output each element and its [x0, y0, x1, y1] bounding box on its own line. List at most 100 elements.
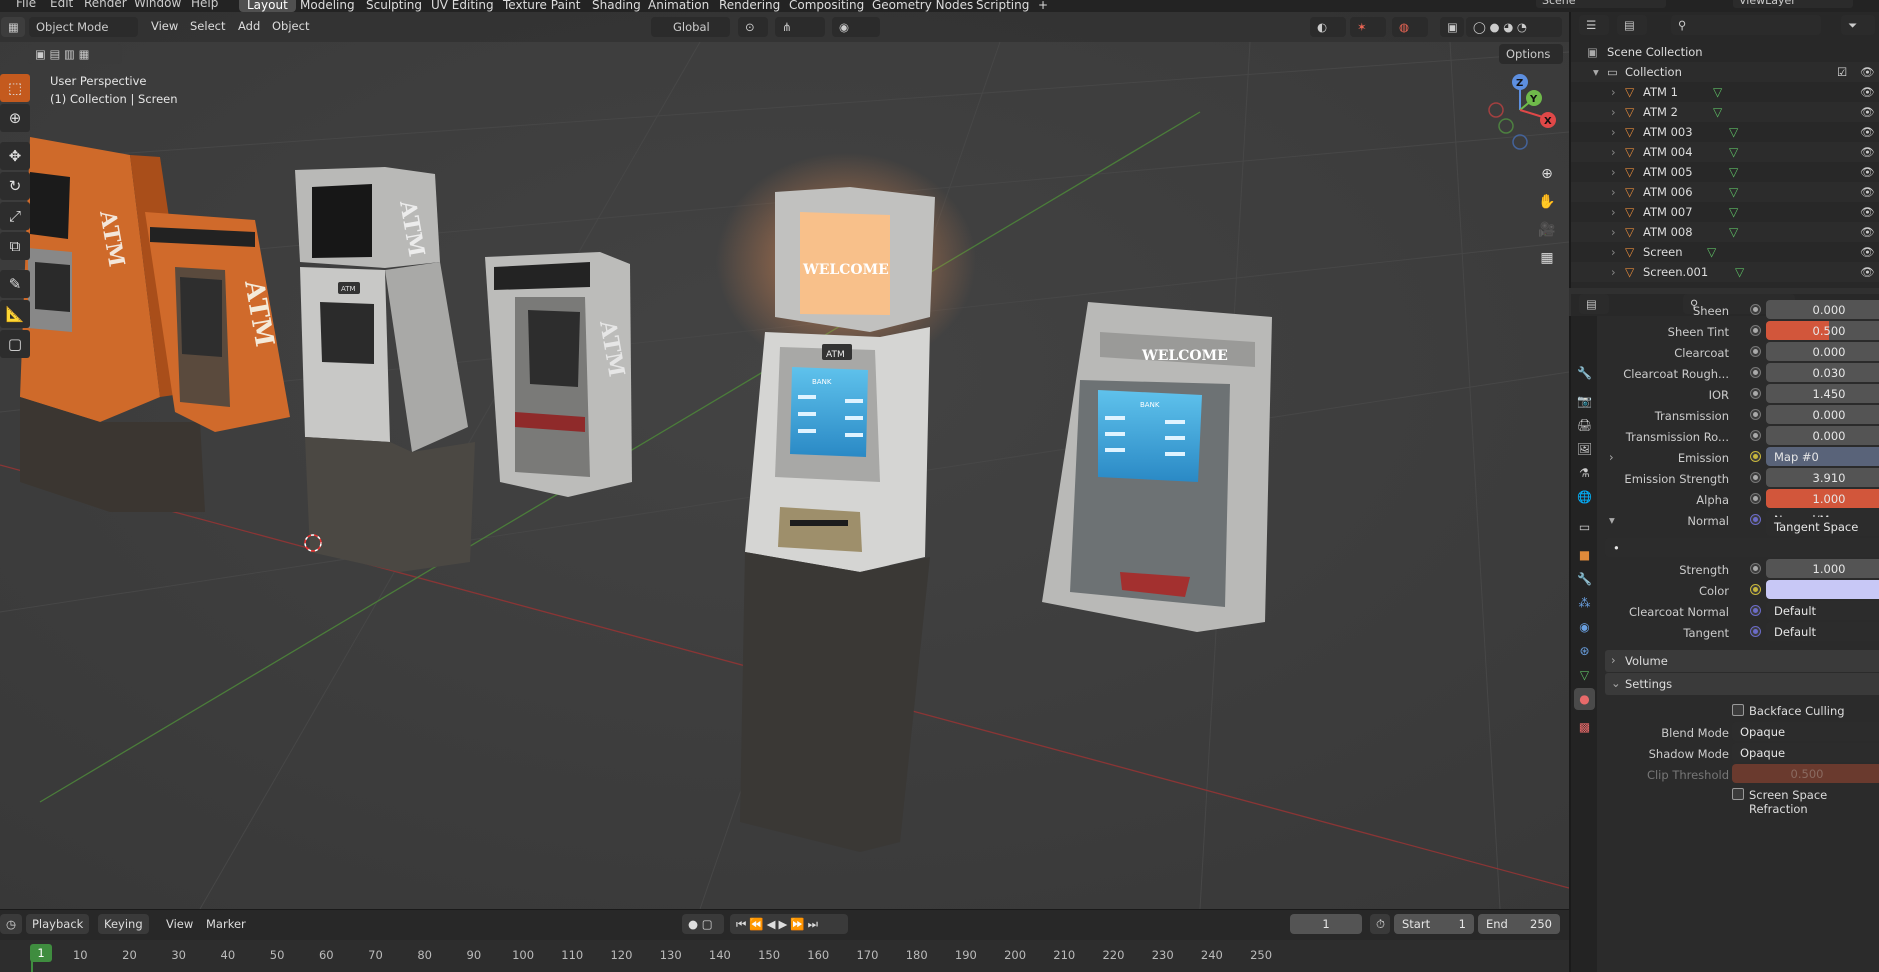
rotate-icon[interactable]: ↻ [0, 172, 30, 200]
uv-map-field[interactable]: • [1605, 538, 1879, 557]
tool-tab-icon[interactable]: 🔧 [1574, 362, 1595, 384]
render-tab-icon[interactable]: 📷 [1574, 390, 1595, 412]
socket-icon[interactable] [1750, 367, 1761, 378]
filter-icon[interactable]: ⏷ [1841, 15, 1875, 35]
mesh-data-icon[interactable]: ▽ [1707, 245, 1716, 259]
playhead-frame-badge[interactable]: 1 [30, 944, 52, 962]
physics-tab-icon[interactable]: ◉ [1574, 616, 1595, 638]
constraints-tab-icon[interactable]: ⊛ [1574, 640, 1595, 662]
mesh-data-icon[interactable]: ▽ [1729, 165, 1738, 179]
outliner-item[interactable]: › ▽ Screen ▽ 👁 [1571, 242, 1879, 262]
clearcoat-normal-field[interactable]: Default [1766, 601, 1879, 620]
annotate-icon[interactable]: ✎ [0, 270, 30, 298]
outliner-item[interactable]: › ▽ Screen.001 ▽ 👁 [1571, 262, 1879, 282]
editor-type-icon[interactable]: ▦ [1, 17, 25, 37]
eye-icon[interactable]: 👁 [1860, 245, 1875, 259]
socket-icon[interactable] [1750, 388, 1761, 399]
options-dropdown[interactable]: Options [1499, 44, 1563, 64]
socket-icon[interactable] [1750, 325, 1761, 336]
eye-icon[interactable]: 👁 [1860, 105, 1875, 119]
overlay-icon[interactable]: ◍ [1392, 17, 1428, 37]
tab-geometry-nodes[interactable]: Geometry Nodes [864, 0, 981, 12]
socket-icon[interactable] [1750, 430, 1761, 441]
socket-icon[interactable] [1750, 493, 1761, 504]
chevron-right-icon[interactable]: › [1609, 450, 1614, 464]
snap-icon[interactable]: ⋔ [775, 17, 825, 37]
timeline-view-menu[interactable]: View [166, 917, 193, 931]
outliner-scene-collection[interactable]: ▣ Scene Collection [1571, 42, 1879, 62]
display-mode-icon[interactable]: ▤ [1617, 15, 1647, 35]
property-value[interactable]: 0.000 [1766, 426, 1879, 445]
add-cube-icon[interactable]: ▢ [0, 330, 30, 358]
volume-panel-header[interactable]: › Volume [1605, 650, 1879, 672]
eye-icon[interactable]: 👁 [1860, 65, 1875, 79]
clip-threshold-field[interactable]: 0.500 [1732, 764, 1879, 783]
zoom-icon[interactable]: ⊕ [1535, 162, 1559, 186]
shading-modes-icon[interactable]: ◯ ● ◕ ◔ [1466, 17, 1562, 37]
menu-select[interactable]: Select [190, 19, 225, 33]
modifier-tab-icon[interactable]: 🔧 [1574, 568, 1595, 590]
tab-uv-editing[interactable]: UV Editing [423, 0, 502, 12]
tab-animation[interactable]: Animation [640, 0, 717, 12]
select-box-icon[interactable]: ⬚ [0, 74, 30, 102]
eye-icon[interactable]: 👁 [1860, 145, 1875, 159]
tab-modeling[interactable]: Modeling [292, 0, 363, 12]
property-value[interactable]: 1.450 [1766, 384, 1879, 403]
menu-view[interactable]: View [151, 19, 178, 33]
3d-viewport[interactable]: ATM ATM ATM ATM ATM WELCOME ATM BANK WEL… [0, 12, 1569, 909]
transform-icon[interactable]: ⧉ [0, 232, 30, 260]
start-frame-field[interactable]: Start 1 [1394, 914, 1474, 934]
menu-object[interactable]: Object [272, 19, 309, 33]
mesh-data-icon[interactable]: ▽ [1729, 225, 1738, 239]
tab-scripting[interactable]: Scripting [968, 0, 1037, 12]
pivot-icon[interactable]: ⊙ [738, 17, 768, 37]
scene-selector[interactable]: Scene [1536, 0, 1666, 8]
eye-icon[interactable]: 👁 [1860, 125, 1875, 139]
material-tab-icon[interactable]: ● [1574, 688, 1595, 710]
record-icon[interactable]: ● ▢ [682, 914, 724, 934]
property-value[interactable]: 0.000 [1766, 300, 1879, 319]
property-value[interactable]: Map #0 [1766, 447, 1879, 466]
socket-icon[interactable] [1750, 304, 1761, 315]
outliner-item[interactable]: › ▽ ATM 007 ▽ 👁 [1571, 202, 1879, 222]
outliner-editor-icon[interactable]: ☰ [1579, 15, 1609, 35]
menu-file[interactable]: File [16, 0, 36, 10]
tab-sculpting[interactable]: Sculpting [358, 0, 430, 12]
mesh-data-icon[interactable]: ▽ [1729, 145, 1738, 159]
outliner-item[interactable]: › ▽ ATM 1 ▽ 👁 [1571, 82, 1879, 102]
mesh-data-icon[interactable]: ▽ [1729, 185, 1738, 199]
scale-icon[interactable]: ⤢ [0, 202, 30, 230]
blend-mode-dropdown[interactable]: Opaque [1732, 722, 1879, 741]
object-tab-icon[interactable]: ■ [1574, 544, 1595, 566]
outliner-item[interactable]: › ▽ ATM 005 ▽ 👁 [1571, 162, 1879, 182]
outliner-item[interactable]: › ▽ ATM 2 ▽ 👁 [1571, 102, 1879, 122]
tab-rendering[interactable]: Rendering [711, 0, 788, 12]
property-value[interactable]: 0.000 [1766, 342, 1879, 361]
xray-icon[interactable]: ▣ [1440, 17, 1464, 37]
shadow-mode-dropdown[interactable]: Opaque [1732, 743, 1879, 762]
playback-controls-icon[interactable]: ⏮⏪◀▶⏩⏭ [730, 914, 848, 934]
mesh-data-icon[interactable]: ▽ [1729, 125, 1738, 139]
world-tab-icon[interactable]: 🌐 [1574, 486, 1595, 508]
socket-icon[interactable] [1750, 409, 1761, 420]
data-tab-icon[interactable]: ▽ [1574, 664, 1595, 686]
property-value[interactable]: 0.030 [1766, 363, 1879, 382]
tab-layout[interactable]: Layout [239, 0, 296, 12]
outliner-item[interactable]: › ▽ ATM 004 ▽ 👁 [1571, 142, 1879, 162]
outliner-item[interactable]: › ▽ ATM 003 ▽ 👁 [1571, 122, 1879, 142]
color-swatch[interactable] [1766, 580, 1879, 599]
backface-culling-checkbox[interactable] [1732, 704, 1744, 716]
eye-icon[interactable]: 👁 [1860, 205, 1875, 219]
menu-window[interactable]: Window [134, 0, 181, 10]
ssr-checkbox[interactable] [1732, 788, 1744, 800]
transform-orientation-dropdown[interactable]: Global [651, 17, 730, 37]
playback-menu[interactable]: Playback [26, 914, 90, 934]
property-value[interactable]: 3.910 [1766, 468, 1879, 487]
proportional-edit-icon[interactable]: ◉ [832, 17, 880, 37]
scene-tab-icon[interactable]: ⚗ [1574, 462, 1595, 484]
particles-tab-icon[interactable]: ⁂ [1574, 592, 1595, 614]
socket-icon[interactable] [1750, 451, 1761, 462]
eye-icon[interactable]: 👁 [1860, 165, 1875, 179]
outliner-item[interactable]: › ▽ ATM 006 ▽ 👁 [1571, 182, 1879, 202]
measure-icon[interactable]: 📐 [0, 300, 30, 328]
